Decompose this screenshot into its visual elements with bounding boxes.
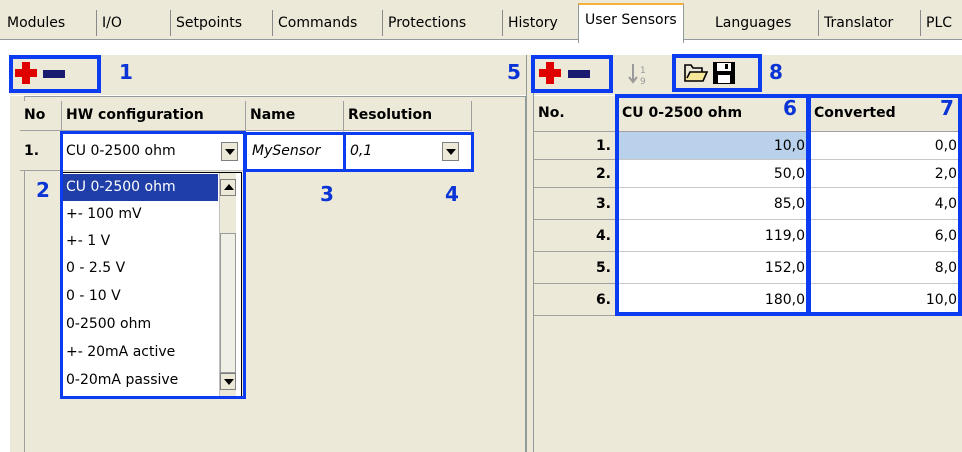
header-hw-configuration: HW configuration <box>62 101 246 131</box>
tab-io[interactable]: I/O <box>96 10 127 36</box>
annotation-box-1 <box>9 55 101 93</box>
svg-text:1: 1 <box>640 66 646 76</box>
tab-commands[interactable]: Commands <box>272 10 362 36</box>
tab-user-sensors[interactable]: User Sensors <box>578 3 684 43</box>
sort-descending-icon[interactable]: 1 9 <box>627 61 653 87</box>
header-name: Name <box>246 101 344 131</box>
header-resolution: Resolution <box>344 101 472 131</box>
row-number: 1. <box>20 131 62 171</box>
tab-history[interactable]: History <box>502 10 563 36</box>
point-row-number: 2. <box>534 160 618 188</box>
point-row-number: 4. <box>534 220 618 252</box>
tab-translator[interactable]: Translator <box>818 10 898 36</box>
annotation-box-5 <box>531 55 613 93</box>
annotation-box-7 <box>807 94 962 316</box>
header-point-no: No. <box>534 96 618 132</box>
annotation-box-4 <box>343 132 474 172</box>
annotation-8: 8 <box>769 60 783 84</box>
tab-plc[interactable]: PLC <box>920 10 957 36</box>
point-row-number: 1. <box>534 132 618 160</box>
annotation-2: 2 <box>36 178 50 202</box>
annotation-box-2 <box>60 131 246 399</box>
tab-languages[interactable]: Languages <box>710 10 796 36</box>
panel-splitter[interactable] <box>526 55 534 452</box>
annotation-4: 4 <box>445 182 459 206</box>
annotation-box-3 <box>244 132 346 172</box>
tab-protections[interactable]: Protections <box>382 10 471 36</box>
tab-modules[interactable]: Modules <box>2 10 70 36</box>
annotation-5: 5 <box>507 60 521 84</box>
annotation-box-8 <box>672 54 762 92</box>
svg-text:9: 9 <box>640 77 646 87</box>
point-row-number: 6. <box>534 284 618 316</box>
point-row-number: 3. <box>534 188 618 220</box>
tab-setpoints[interactable]: Setpoints <box>170 10 247 36</box>
header-no: No <box>20 101 62 131</box>
point-row-number: 5. <box>534 252 618 284</box>
annotation-box-6 <box>615 94 810 316</box>
annotation-3: 3 <box>320 182 334 206</box>
tab-bar: Modules I/O Setpoints Commands Protectio… <box>0 0 962 43</box>
annotation-1: 1 <box>119 60 133 84</box>
